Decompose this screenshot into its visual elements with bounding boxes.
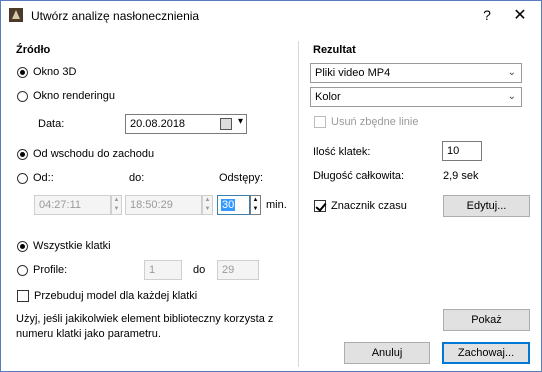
result-heading: Rezultat <box>313 44 356 56</box>
timestamp-label[interactable]: Znacznik czasu <box>331 200 407 212</box>
section-divider <box>298 41 299 367</box>
rebuild-model-checkbox[interactable] <box>17 290 29 302</box>
show-button[interactable]: Pokaż <box>443 309 530 331</box>
frames-field[interactable]: 10 <box>442 141 482 161</box>
to-time-stepper[interactable]: ▲ ▼ <box>202 195 213 215</box>
stepper-up-icon[interactable]: ▲ <box>203 196 212 205</box>
rebuild-note: Użyj, jeśli jakikolwiek element bibliote… <box>16 313 274 340</box>
interval-label: Odstępy: <box>219 172 264 184</box>
length-value: 2,9 sek <box>443 170 479 182</box>
stepper-down-icon[interactable]: ▼ <box>112 205 121 214</box>
stepper-up-icon[interactable]: ▲ <box>251 196 260 205</box>
title-bar: Utwórz analizę nasłonecznienia ? ✕ <box>1 1 541 31</box>
profile-radio[interactable] <box>17 265 28 276</box>
date-value: 20.08.2018 <box>130 118 186 130</box>
timestamp-checkbox[interactable] <box>314 200 326 212</box>
dialog-window: Utwórz analizę nasłonecznienia ? ✕ Źródł… <box>0 0 542 372</box>
rebuild-model-label[interactable]: Przebuduj model dla każdej klatki <box>34 290 197 302</box>
interval-stepper[interactable]: ▲ ▼ <box>250 195 261 215</box>
format-value: Pliki video MP4 <box>315 67 391 79</box>
to-time-field[interactable]: 18:50:29 <box>125 195 202 215</box>
interval-value: 30 <box>221 199 236 211</box>
source-heading: Źródło <box>16 44 51 56</box>
okno3d-label[interactable]: Okno 3D <box>33 66 76 78</box>
profile-to-label: do <box>193 264 206 276</box>
profile-label[interactable]: Profile: <box>33 264 67 276</box>
from-time-stepper[interactable]: ▲ ▼ <box>111 195 122 215</box>
all-frames-label[interactable]: Wszystkie klatki <box>33 240 111 252</box>
stepper-down-icon[interactable]: ▼ <box>203 205 212 214</box>
color-value: Kolor <box>315 91 341 103</box>
interval-field[interactable]: 30 <box>217 195 250 215</box>
format-select[interactable]: Pliki video MP4 ⌄ <box>310 63 522 83</box>
remove-lines-label: Usuń zbędne linie <box>331 116 419 128</box>
from-time-field[interactable]: 04:27:11 <box>34 195 111 215</box>
chevron-down-icon[interactable]: ⌄ <box>508 67 516 78</box>
cancel-button[interactable]: Anuluj <box>344 342 430 364</box>
window-title: Utwórz analizę nasłonecznienia <box>31 9 200 23</box>
chevron-down-icon[interactable]: ⌄ <box>508 91 516 102</box>
date-field[interactable]: 20.08.2018 ▾ <box>125 114 247 134</box>
profile-to-field[interactable]: 29 <box>217 260 259 280</box>
chevron-down-icon[interactable]: ▾ <box>238 116 243 127</box>
from-label: Od:: <box>33 172 54 184</box>
stepper-up-icon[interactable]: ▲ <box>112 196 121 205</box>
close-button[interactable]: ✕ <box>509 5 531 25</box>
edit-button[interactable]: Edytuj... <box>443 195 530 217</box>
frames-label: Ilość klatek: <box>313 146 371 158</box>
from-to-radio[interactable] <box>17 173 28 184</box>
app-icon <box>9 8 23 22</box>
sunrise-sunset-label[interactable]: Od wschodu do zachodu <box>33 148 154 160</box>
okno3d-radio[interactable] <box>17 67 28 78</box>
date-label: Data: <box>38 118 65 130</box>
okno-rendering-label[interactable]: Okno renderingu <box>33 90 115 102</box>
profile-from-field[interactable]: 1 <box>144 260 182 280</box>
help-button[interactable]: ? <box>477 7 497 25</box>
save-button[interactable]: Zachowaj... <box>442 342 530 364</box>
remove-lines-checkbox[interactable] <box>314 116 326 128</box>
sunrise-sunset-radio[interactable] <box>17 149 28 160</box>
color-select[interactable]: Kolor ⌄ <box>310 87 522 107</box>
length-label: Długość całkowita: <box>313 170 405 182</box>
calendar-icon[interactable] <box>220 118 232 130</box>
minutes-label: min. <box>266 199 287 211</box>
all-frames-radio[interactable] <box>17 241 28 252</box>
to-label: do: <box>129 172 145 184</box>
stepper-down-icon[interactable]: ▼ <box>251 205 260 214</box>
okno-rendering-radio[interactable] <box>17 91 28 102</box>
